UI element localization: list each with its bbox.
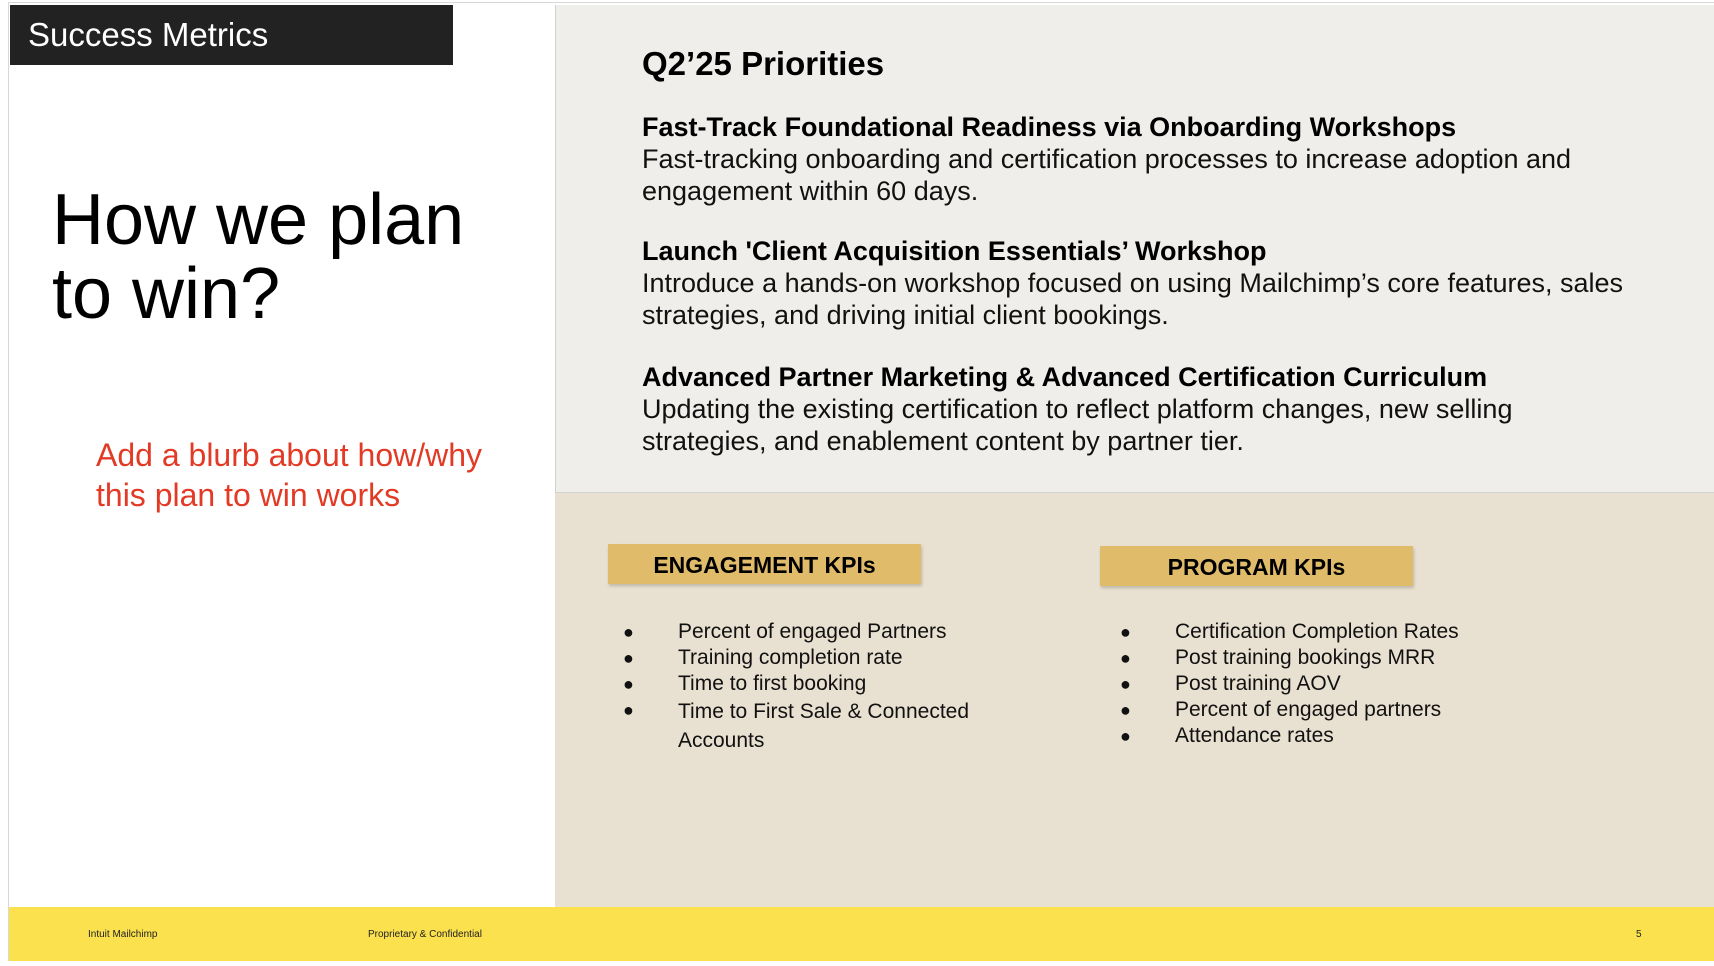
priority-body: Updating the existing certification to r… [642,394,1513,456]
priority-heading: Launch 'Client Acquisition Essentials’ W… [642,236,1267,266]
program-kpis-badge: PROGRAM KPIs [1100,546,1413,586]
bullet-icon: ● [1120,648,1131,668]
slide: Success Metrics How we plan to win? Add … [8,2,1714,961]
bullet-icon: ● [1120,726,1131,746]
list-item: ● Post training bookings MRR [1120,646,1436,669]
footer-bar: Intuit Mailchimp Proprietary & Confident… [9,907,1714,961]
priority-item: Launch 'Client Acquisition Essentials’ W… [642,235,1642,331]
priority-body: Fast-tracking onboarding and certificati… [642,144,1572,206]
list-item: ● Time to First Sale & Connected Accounts [623,697,1018,755]
list-item: ● Time to first booking [623,672,867,695]
bullet-icon: ● [1120,700,1131,720]
bullet-icon: ● [623,674,634,694]
program-kpis-list: ● Certification Completion Rates ● Post tr… [1120,619,1515,749]
priority-heading: Fast-Track Foundational Readiness via On… [642,112,1457,142]
bullet-icon: ● [1120,622,1131,642]
bullet-icon: ● [623,622,634,642]
engagement-kpis-badge: ENGAGEMENT KPIs [608,544,921,584]
blurb-placeholder: Add a blurb about how/why this plan to w… [96,437,483,513]
priority-item: Advanced Partner Marketing & Advanced Ce… [642,361,1642,457]
bullet-icon: ● [623,700,634,720]
list-item: ● Percent of engaged partners [1120,698,1442,721]
priority-body: Introduce a hands-on workshop focused on… [642,268,1624,330]
priorities-title: Q2’25 Priorities [642,45,885,82]
list-item: ● Certification Completion Rates [1120,620,1459,643]
priority-heading: Advanced Partner Marketing & Advanced Ce… [642,362,1488,392]
list-item: ● Post training AOV [1120,672,1341,695]
priority-item: Fast-Track Foundational Readiness via On… [642,111,1642,207]
engagement-kpis-list: ● Percent of engaged Partners ● Training c… [623,619,1018,755]
priorities-panel: Q2’25 Priorities Fast-Track Foundational… [555,5,1714,493]
page-number: 5 [1636,929,1642,940]
list-item: ● Training completion rate [623,646,903,669]
headline: How we plan to win? [52,180,465,334]
bullet-icon: ● [1120,674,1131,694]
kpi-panel: ENGAGEMENT KPIs ● Percent of engaged Part… [555,493,1714,907]
bullet-icon: ● [623,648,634,668]
section-tag: Success Metrics [10,5,453,65]
footer-brand: Intuit Mailchimp [88,929,158,940]
footer-confidential: Proprietary & Confidential [368,929,482,940]
list-item: ● Attendance rates [1120,724,1334,747]
list-item: ● Percent of engaged Partners [623,620,947,643]
